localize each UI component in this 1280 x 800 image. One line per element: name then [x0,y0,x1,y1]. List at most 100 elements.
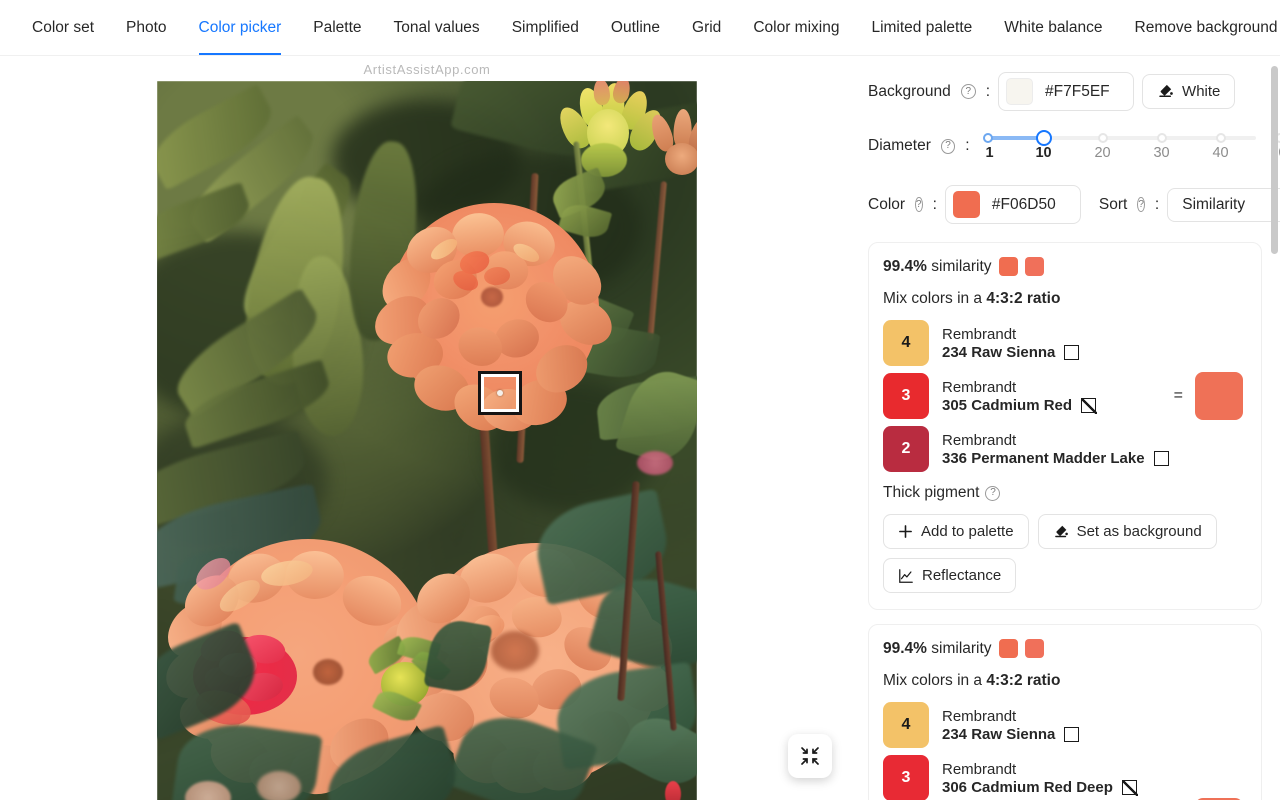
add-to-palette-label: Add to palette [921,523,1014,540]
content-area: ArtistAssistApp.com Background ?: #F7F5… [0,56,1280,800]
tab-color-picker[interactable]: Color picker [183,0,298,55]
thick-pigment-help-icon[interactable]: ? [985,485,1001,501]
tab-simplified[interactable]: Simplified [496,0,595,55]
mix-result-card: 99.4% similarity Mix colors in a 4:3:2 r… [868,624,1262,800]
color-sort-row: Color ? : #F06D50 Sort ? : Similarity ▾ [868,185,1280,224]
reference-photo [157,81,697,800]
similarity-line: 99.4% similarity [883,257,1245,276]
target-color-swatch [998,639,1018,658]
tab-palette[interactable]: Palette [297,0,377,55]
tab-photo[interactable]: Photo [110,0,183,55]
tab-color-mixing[interactable]: Color mixing [737,0,855,55]
thick-pigment-label: Thick pigment [883,484,980,501]
slider-tick-40[interactable] [1215,133,1226,143]
set-white-background-button[interactable]: White [1142,74,1236,109]
slider-label-30: 30 [1153,145,1170,161]
paint-row[interactable]: 4 Rembrandt 234 Raw Sienna [883,702,1245,748]
paint-row[interactable]: 4 Rembrandt 234 Raw Sienna [883,320,1245,366]
paint-name: 306 Cadmium Red Deep [942,778,1113,796]
tab-grid[interactable]: Grid [676,0,737,55]
paint-name-row: 234 Raw Sienna [942,726,1080,743]
background-hex-value: #F7F5EF [1045,82,1110,100]
similarity-text: 99.4% similarity [883,640,992,658]
tab-label: Simplified [511,18,579,36]
tab-label: Photo [126,18,167,36]
diameter-help-icon[interactable]: ? [940,138,956,154]
set-as-background-button[interactable]: Set as background [1037,514,1217,549]
tab-label: Tonal values [393,18,480,36]
paint-text: Rembrandt 234 Raw Sienna [942,708,1080,743]
white-button-label: White [1182,83,1221,100]
paint-brand: Rembrandt [942,378,1017,396]
paint-row[interactable]: 3 Rembrandt 306 Cadmium Red Deep [883,755,1245,800]
tab-label: Palette [313,18,362,36]
paint-name: 234 Raw Sienna [942,343,1056,361]
similarity-text: 99.4% similarity [883,258,992,276]
paint-name: 305 Cadmium Red [942,396,1073,414]
paint-row[interactable]: 2 Rembrandt 336 Permanent Madder Lake [883,426,1245,472]
slider-tick-1[interactable] [982,133,993,143]
slider-tick-20[interactable] [1097,133,1108,143]
paint-parts-chip: 3 [883,755,929,800]
paint-parts-chip: 4 [883,702,929,748]
slider-label-10: 10 [1035,145,1052,161]
color-sampler-cursor[interactable] [478,371,522,415]
tab-tonal-values[interactable]: Tonal values [378,0,496,55]
paint-text: Rembrandt 305 Cadmium Red [942,378,1098,414]
reflectance-button[interactable]: Reflectance [883,558,1017,593]
scrollbar-thumb[interactable] [1271,66,1278,254]
mix-ratio: 4:3:2 ratio [986,672,1061,689]
mix-color-swatch [1024,257,1044,276]
photo-canvas[interactable] [157,81,697,800]
color-label: Color [868,195,906,213]
paint-text: Rembrandt 306 Cadmium Red Deep [942,760,1138,796]
tab-label: Grid [692,18,722,36]
background-color-field[interactable]: #F7F5EF [998,72,1135,111]
mix-result-card: 99.4% similarity Mix colors in a 4:3:2 r… [868,242,1262,610]
opacity-semi-icon [1081,397,1098,414]
similarity-suffix: similarity [931,257,992,275]
paint-brand: Rembrandt [942,760,1017,778]
paint-brand: Rembrandt [942,325,1017,343]
tab-remove-background[interactable]: Remove background [1119,0,1280,55]
background-help-icon[interactable]: ? [960,84,976,99]
similarity-line: 99.4% similarity [883,639,1245,658]
diameter-row: Diameter ? : 1 10 20 30 40 [868,129,1280,163]
color-help-icon[interactable]: ? [915,197,923,212]
image-viewer[interactable]: ArtistAssistApp.com [0,56,854,800]
slider-tick-30[interactable] [1156,133,1167,143]
app-root: Color set Photo Color picker Palette Ton… [0,0,1280,800]
sort-select[interactable]: Similarity ▾ [1167,187,1280,222]
collapse-icon [801,747,819,765]
tab-outline[interactable]: Outline [595,0,676,55]
tab-label: Color mixing [753,18,840,36]
similarity-value: 99.4% [883,257,927,275]
add-to-palette-button[interactable]: Add to palette [883,514,1029,549]
line-chart-icon [899,568,913,583]
panel-scrollbar[interactable] [1271,56,1278,800]
paint-brand: Rembrandt [942,431,1017,449]
thick-pigment-row: Thick pigment ? [883,484,1245,502]
paint-name-row: 336 Permanent Madder Lake [942,450,1169,467]
color-colon: : [932,195,937,213]
similarity-suffix: similarity [931,639,992,657]
tab-limited-palette[interactable]: Limited palette [855,0,988,55]
main-tab-bar: Color set Photo Color picker Palette Ton… [0,0,1280,56]
sampler-center-dot [497,390,503,396]
mixed-result-swatch [1195,372,1243,420]
diameter-slider[interactable]: 1 10 20 30 40 50 [978,129,1280,163]
tab-label: Color set [32,18,95,36]
sort-help-icon[interactable]: ? [1137,197,1145,212]
paint-parts-chip: 2 [883,426,929,472]
tab-white-balance[interactable]: White balance [988,0,1118,55]
mix-equals-group: = [1174,372,1243,420]
paint-name: 336 Permanent Madder Lake [942,449,1145,467]
collapse-panel-button[interactable] [788,734,832,778]
watermark-text: ArtistAssistApp.com [363,62,491,77]
picked-color-field[interactable]: #F06D50 [944,185,1081,224]
mix-ratio-line: Mix colors in a 4:3:2 ratio [883,672,1245,690]
picked-color-swatch [952,191,980,218]
sort-selected-value: Similarity [1182,195,1246,213]
tab-color-set[interactable]: Color set [16,0,110,55]
slider-handle[interactable] [1035,130,1052,146]
